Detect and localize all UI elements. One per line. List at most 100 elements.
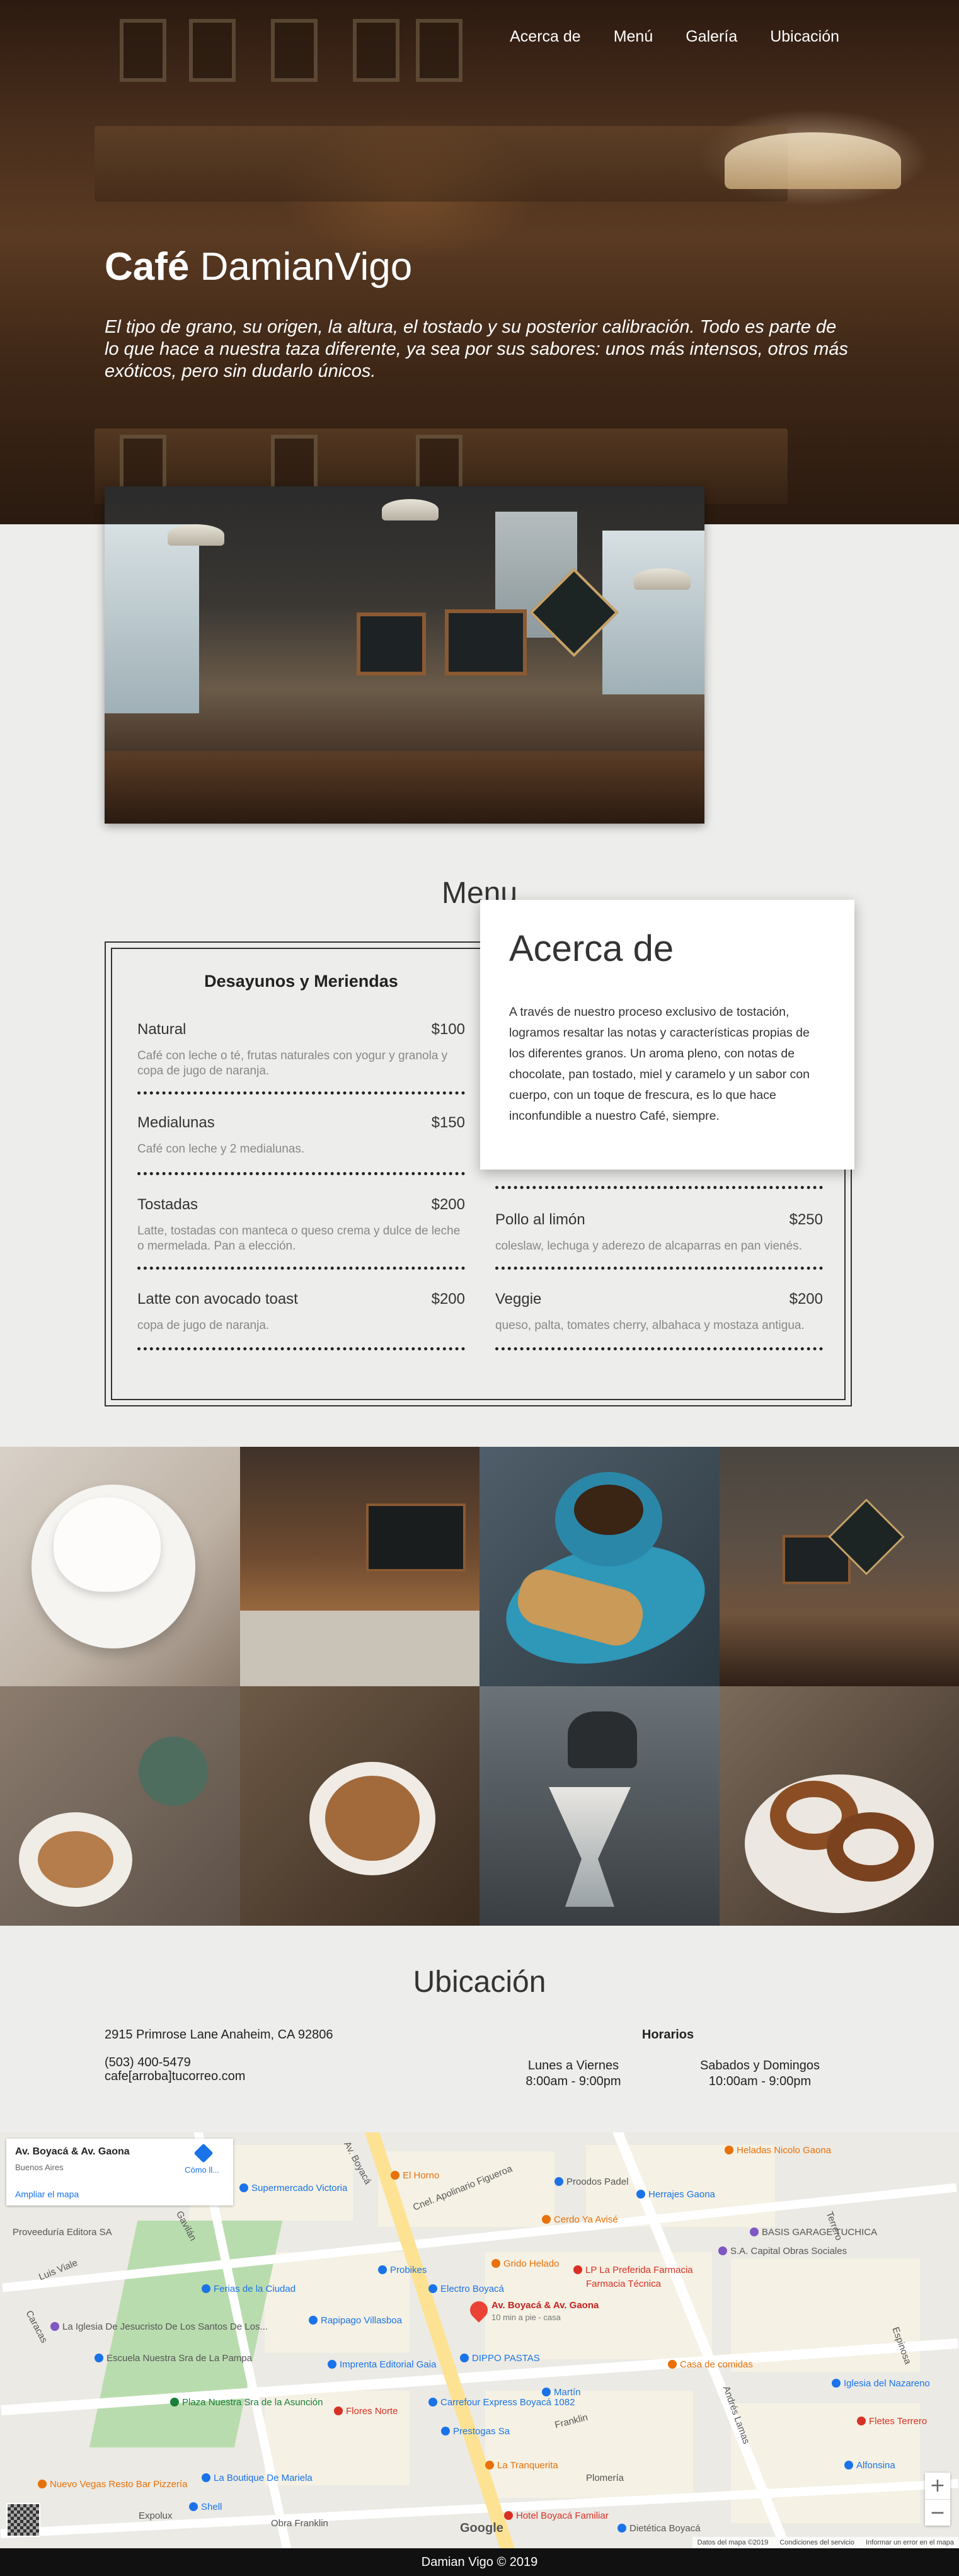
menu-divider <box>137 1091 465 1095</box>
map-poi[interactable]: LP La Preferida Farmacia <box>573 2265 693 2275</box>
map-directions-link[interactable]: Cómo ll... <box>185 2165 219 2175</box>
map-poi[interactable]: La Tranquerita <box>485 2460 558 2471</box>
map-poi[interactable]: Plomería <box>586 2473 624 2483</box>
map-poi[interactable]: Cerdo Ya Avisé <box>542 2214 618 2225</box>
photo-chalkboard <box>357 612 426 676</box>
gallery-latte <box>324 1776 420 1861</box>
map-report-link[interactable]: Informar un error en el mapa <box>866 2537 954 2548</box>
map-info-card: Av. Boyacá & Av. Gaona Buenos Aires Ampl… <box>6 2139 233 2205</box>
nav-link-gallery[interactable]: Galería <box>686 28 737 46</box>
map-poi[interactable]: Dietética Boyacá <box>617 2523 701 2534</box>
hero-picture-frame <box>416 19 462 82</box>
map-poi[interactable]: La Boutique De Mariela <box>202 2473 313 2483</box>
nav-link-about[interactable]: Acerca de <box>510 28 581 46</box>
menu-divider <box>137 1267 465 1270</box>
gallery-photo-latte-art[interactable] <box>0 1686 240 1926</box>
gallery-photo-cafe-interior[interactable] <box>719 1447 959 1686</box>
menu-item: Pollo al limón $250 coleslaw, lechuga y … <box>495 1211 823 1280</box>
map-poi[interactable]: Hotel Boyacá Familiar <box>504 2510 609 2521</box>
map-terms-link[interactable]: Condiciones del servicio <box>779 2537 854 2548</box>
hours-weekdays: Lunes a Viernes 8:00am - 9:00pm <box>510 2058 636 2090</box>
map-poi[interactable]: Herrajes Gaona <box>636 2189 715 2200</box>
map-poi[interactable]: La Iglesia De Jesucristo De Los Santos D… <box>50 2321 268 2332</box>
map-poi[interactable]: Supermercado Victoria <box>239 2183 347 2194</box>
gallery-photo-coffee-biscotti[interactable] <box>480 1447 720 1686</box>
hero-section: Acerca de Menú Galería Ubicación Café Da… <box>0 0 959 524</box>
map-poi[interactable]: Prestogas Sa <box>441 2426 510 2437</box>
map-poi[interactable]: Proodos Padel <box>554 2176 628 2187</box>
map-poi[interactable]: Heladas Nicolo Gaona <box>725 2145 831 2156</box>
map-poi[interactable]: Carrefour Express Boyacá 1082 <box>428 2397 575 2408</box>
menu-divider <box>137 1172 465 1175</box>
hours-weekdays-label: Lunes a Viernes <box>527 2059 619 2073</box>
menu-item-price: $100 <box>431 1021 465 1038</box>
gallery-photo-pastries[interactable] <box>719 1686 959 1926</box>
map-poi[interactable]: Obra Franklin <box>271 2518 328 2529</box>
menu-item-price: $200 <box>789 1291 823 1308</box>
map-poi[interactable]: Casa de comidas <box>668 2359 753 2370</box>
menu-item: Natural $100 Café con leche o té, frutas… <box>137 1021 465 1090</box>
gallery-chalkboard <box>365 1504 466 1572</box>
map-poi[interactable]: Iglesia del Nazareno <box>832 2378 930 2389</box>
gallery-photo-latte-wood[interactable] <box>239 1686 480 1926</box>
map-enlarge-link[interactable]: Ampliar el mapa <box>15 2189 79 2199</box>
map-poi[interactable]: Escuela Nuestra Sra de La Pampa <box>95 2353 252 2364</box>
map-poi[interactable]: Proveeduría Editora SA <box>13 2227 112 2238</box>
gallery-photo-cappuccino[interactable] <box>0 1447 240 1686</box>
menu-item-price: $250 <box>789 1211 823 1228</box>
map-poi[interactable]: Flores Norte <box>334 2406 398 2417</box>
photo-lamp <box>634 568 691 590</box>
map-poi[interactable]: S.A. Capital Obras Sociales <box>718 2246 847 2257</box>
about-title: Acerca de <box>509 928 674 969</box>
directions-icon[interactable] <box>193 2143 214 2163</box>
menu-item-desc: copa de jugo de naranja. <box>137 1319 270 1332</box>
photo-window <box>105 524 199 713</box>
map-poi[interactable]: Farmacia Técnica <box>586 2279 661 2289</box>
map-poi[interactable]: Fletes Terrero <box>857 2416 927 2427</box>
location-email: cafe[arroba]tucorreo.com <box>105 2069 246 2083</box>
zoom-in-button[interactable]: + <box>925 2473 950 2499</box>
map-poi[interactable]: Shell <box>189 2502 222 2512</box>
hero-title-bold: Café <box>105 245 190 289</box>
nav-link-menu[interactable]: Menú <box>614 28 653 46</box>
map-poi[interactable]: Electro Boyacá <box>428 2284 504 2294</box>
embedded-map[interactable]: Av. Boyacá Cnel. Apolinario Figueroa Gav… <box>0 2132 959 2548</box>
gallery-cup <box>54 1497 161 1592</box>
hero-picture-frame <box>120 19 166 82</box>
map-poi[interactable]: Rapipago Villasboa <box>309 2315 402 2326</box>
map-poi[interactable]: Nuevo Vegas Resto Bar Pizzería <box>38 2479 187 2490</box>
nav-link-location[interactable]: Ubicación <box>770 28 839 46</box>
map-attribution-bar: Datos del mapa ©2019 Condiciones del ser… <box>692 2537 959 2548</box>
map-poi[interactable]: Alfonsina <box>844 2460 895 2471</box>
map-poi[interactable]: BASIS GARAGE TUCHICA <box>750 2227 877 2238</box>
gallery-photo-coffee-bar[interactable] <box>239 1447 480 1686</box>
map-thumbnail[interactable] <box>6 2503 40 2537</box>
map-pin-sub: 10 min a pie - casa <box>491 2313 561 2322</box>
map-poi[interactable]: Ferias de la Ciudad <box>202 2284 296 2294</box>
map-poi[interactable]: Imprenta Editorial Gaia <box>328 2359 436 2370</box>
hero-picture-frame <box>353 19 399 82</box>
photo-lamp <box>168 524 224 546</box>
map-poi[interactable]: Plaza Nuestra Sra de la Asunción <box>170 2397 323 2408</box>
zoom-out-button[interactable]: − <box>925 2499 950 2526</box>
map-zoom-controls: + − <box>925 2473 950 2526</box>
menu-item-name: Medialunas <box>137 1114 215 1131</box>
map-poi[interactable]: Probikes <box>378 2265 427 2275</box>
gallery-counter <box>239 1611 480 1686</box>
map-poi[interactable]: Grido Helado <box>491 2258 559 2269</box>
gallery-photo-pour-over[interactable] <box>480 1686 720 1926</box>
location-phone: (503) 400-5479 <box>105 2056 191 2069</box>
map-poi[interactable]: Martín <box>542 2387 581 2398</box>
menu-column-title: Desayunos y Meriendas <box>204 972 398 991</box>
gallery-latte <box>38 1831 113 1888</box>
map-poi[interactable]: El Horno <box>391 2170 439 2181</box>
hours-title: Horarios <box>641 2028 694 2042</box>
map-poi[interactable]: DIPPO PASTAS <box>460 2353 540 2364</box>
map-street-label: Caracas <box>23 2308 50 2345</box>
location-section-title: Ubicación <box>413 1965 546 1999</box>
main-nav: Acerca de Menú Galería Ubicación <box>510 28 839 46</box>
photo-lamp <box>382 499 439 520</box>
about-card: Acerca de A través de nuestro proceso ex… <box>480 900 854 1170</box>
menu-item-desc: Café con leche o té, frutas naturales co… <box>137 1049 448 1078</box>
hero-shelf <box>95 126 788 202</box>
